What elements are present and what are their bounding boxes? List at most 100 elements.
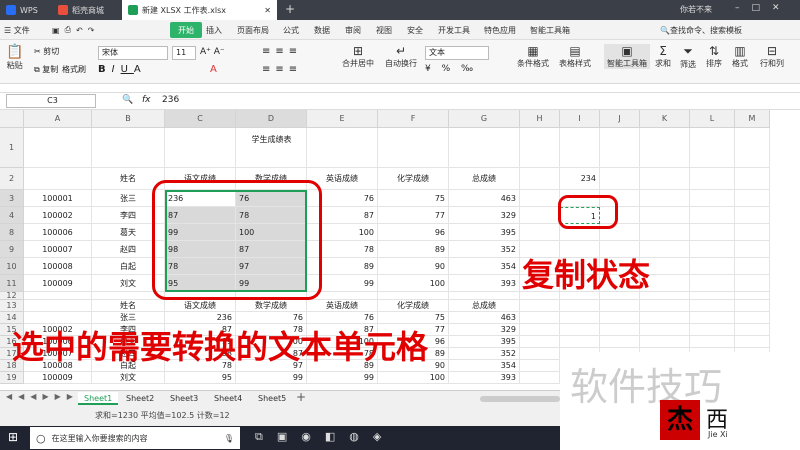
grid-cell[interactable]: [690, 275, 735, 292]
redo-icon[interactable]: ↷: [88, 26, 95, 35]
grid-cell[interactable]: [640, 336, 690, 348]
grid-cell[interactable]: [735, 324, 770, 336]
name-box[interactable]: C3: [6, 94, 96, 108]
row-header-4[interactable]: 4: [0, 207, 24, 224]
column-header-J[interactable]: J: [600, 110, 640, 128]
lower-data-cell[interactable]: 100009: [24, 372, 92, 384]
print-icon[interactable]: ⎙: [65, 25, 71, 35]
column-header-G[interactable]: G: [449, 110, 520, 128]
font-select[interactable]: 宋体: [98, 46, 168, 60]
quick-access[interactable]: ▣ ⎙ ↶ ↷: [52, 20, 94, 40]
grid-cell[interactable]: [520, 372, 560, 384]
grid-cell[interactable]: [690, 312, 735, 324]
grid-cell[interactable]: [92, 128, 165, 168]
grid-cell[interactable]: [520, 360, 560, 372]
grid-cell[interactable]: [600, 128, 640, 168]
wrap-button[interactable]: ↵ 自动换行: [385, 44, 417, 69]
sheet-tab-3[interactable]: Sheet3: [164, 392, 204, 405]
row-header-9[interactable]: 9: [0, 241, 24, 258]
grid-cell[interactable]: [690, 241, 735, 258]
grid-cell[interactable]: [520, 224, 560, 241]
lower-data-cell[interactable]: 329: [449, 324, 520, 336]
window-controls[interactable]: –□✕: [735, 3, 792, 13]
header-cell[interactable]: 化学成绩: [378, 168, 449, 190]
grid-cell[interactable]: [690, 190, 735, 207]
grid-cell[interactable]: [640, 312, 690, 324]
menu-view[interactable]: 视图: [376, 20, 392, 40]
column-header-D[interactable]: D: [236, 110, 307, 128]
formula-input[interactable]: 236: [162, 95, 762, 105]
font-grow-icon[interactable]: A⁺ A⁻: [200, 47, 225, 57]
copy-button[interactable]: ⧉ 复制: [34, 64, 58, 75]
lower-data-cell[interactable]: 95: [165, 372, 236, 384]
grid-cell[interactable]: [165, 128, 236, 168]
row-header-2[interactable]: 2: [0, 168, 24, 190]
grid-cell[interactable]: [378, 128, 449, 168]
menu-insert[interactable]: 插入: [206, 20, 222, 40]
grid-cell[interactable]: [378, 292, 449, 300]
column-header-E[interactable]: E: [307, 110, 378, 128]
grid-cell[interactable]: [690, 128, 735, 168]
grid-cell[interactable]: [560, 324, 600, 336]
grid-cell[interactable]: [560, 312, 600, 324]
lower-header-cell[interactable]: 英语成绩: [307, 300, 378, 312]
grid-cell[interactable]: [449, 292, 520, 300]
grid-cell[interactable]: [640, 300, 690, 312]
data-cell[interactable]: 100002: [24, 207, 92, 224]
indent-buttons[interactable]: ≡≡≡: [262, 64, 302, 75]
paste-button[interactable]: 📋 粘贴: [6, 44, 23, 71]
column-header-A[interactable]: A: [24, 110, 92, 128]
undo-icon[interactable]: ↶: [76, 26, 83, 35]
data-cell[interactable]: 354: [449, 258, 520, 275]
sheet-tab-5[interactable]: Sheet5: [252, 392, 292, 405]
data-cell[interactable]: 77: [378, 207, 449, 224]
menu-file[interactable]: ☰ 文件: [4, 20, 30, 40]
save-icon[interactable]: ▣: [52, 26, 60, 35]
grid-cell[interactable]: [449, 128, 520, 168]
format-button[interactable]: ▥ 格式: [732, 44, 748, 69]
sum-button[interactable]: Σ 求和: [655, 44, 671, 69]
grid-cell[interactable]: [520, 168, 560, 190]
grid-cell[interactable]: [735, 207, 770, 224]
grid-cell[interactable]: [735, 312, 770, 324]
font-size-select[interactable]: 11: [172, 46, 196, 60]
column-header-M[interactable]: M: [735, 110, 770, 128]
conditional-format-button[interactable]: ▦ 条件格式: [517, 44, 549, 69]
mic-icon[interactable]: 🎙: [224, 434, 234, 443]
lower-data-cell[interactable]: 刘文: [92, 372, 165, 384]
grid-cell[interactable]: [640, 207, 690, 224]
lower-data-cell[interactable]: 352: [449, 348, 520, 360]
grid-cell[interactable]: [520, 128, 560, 168]
grid-cell[interactable]: [600, 300, 640, 312]
format-painter-button[interactable]: 格式刷: [62, 64, 86, 75]
grid-cell[interactable]: [640, 324, 690, 336]
close-icon[interactable]: ✕: [264, 6, 271, 15]
grid-cell[interactable]: [560, 336, 600, 348]
font-style-buttons[interactable]: BIUA: [98, 64, 147, 75]
row-header-3[interactable]: 3: [0, 190, 24, 207]
grid-cell[interactable]: [735, 190, 770, 207]
header-cell[interactable]: 总成绩: [449, 168, 520, 190]
sheet-tab-1[interactable]: Sheet1: [78, 392, 119, 405]
fx-button[interactable]: fx: [142, 95, 151, 105]
menu-data[interactable]: 数据: [314, 20, 330, 40]
new-tab-button[interactable]: +: [285, 2, 295, 16]
sheet-tab-4[interactable]: Sheet4: [208, 392, 248, 405]
column-header-L[interactable]: L: [690, 110, 735, 128]
grid-cell[interactable]: [690, 336, 735, 348]
row-header-13[interactable]: 13: [0, 300, 24, 312]
data-cell[interactable]: 100001: [24, 190, 92, 207]
number-format-buttons[interactable]: ¥ % ‰: [425, 64, 477, 74]
data-cell[interactable]: 463: [449, 190, 520, 207]
grid-cell[interactable]: [307, 128, 378, 168]
smart-toolbox-button[interactable]: ▣ 智能工具箱: [604, 44, 650, 69]
row-header-12[interactable]: 12: [0, 292, 24, 300]
search-command[interactable]: 🔍 查找命令、搜索模板: [660, 20, 742, 40]
grid-cell[interactable]: [24, 128, 92, 168]
menu-security[interactable]: 安全: [407, 20, 423, 40]
grid-cell[interactable]: [735, 224, 770, 241]
lower-header-cell[interactable]: 语文成绩: [165, 300, 236, 312]
grid-cell[interactable]: [520, 348, 560, 360]
zoom-icon[interactable]: 🔍: [122, 95, 133, 105]
table-style-button[interactable]: ▤ 表格样式: [559, 44, 591, 69]
